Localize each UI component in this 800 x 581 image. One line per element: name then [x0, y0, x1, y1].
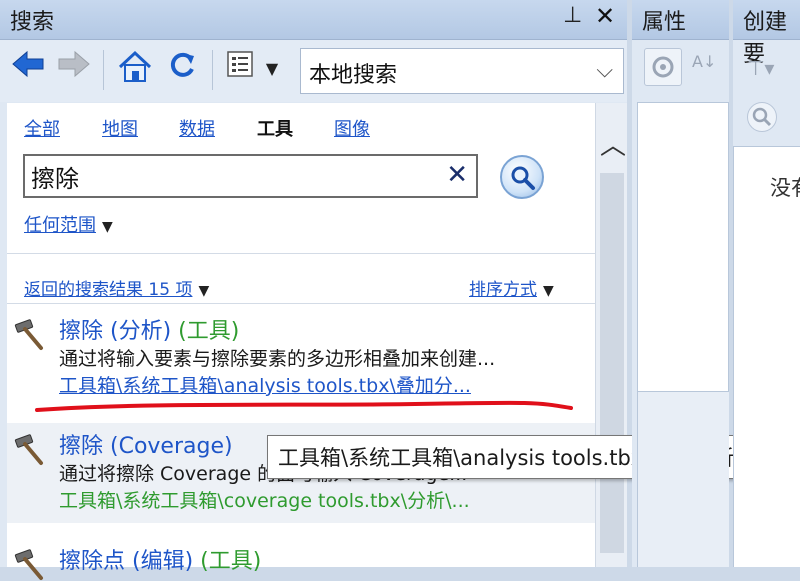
tab-maps[interactable]: 地图 — [102, 115, 138, 141]
result-path[interactable]: 工具箱\系统工具箱\analysis tools.tbx\叠加分... — [59, 371, 589, 398]
tab-images[interactable]: 图像 — [334, 115, 370, 141]
search-titlebar: 搜索 ⊥ ✕ — [0, 0, 627, 40]
sort-label: 排序方式 — [469, 280, 537, 300]
result-name[interactable]: 擦除点 (编辑) — [59, 549, 193, 574]
results-scrollbar[interactable]: ︿ — [595, 103, 627, 567]
close-icon[interactable]: ✕ — [595, 2, 615, 30]
search-content: 全部 地图 数据 工具 图像 ✕ 任何范围 ▼ 返回的搜索结果 15 项 ▼ 排序方… — [7, 103, 595, 580]
create-body: 没有 — [733, 146, 800, 567]
hammer-icon — [14, 434, 43, 465]
dropdown-arrow-icon: ▼ — [198, 283, 210, 299]
toolbar-separator — [212, 50, 213, 90]
search-pane: 搜索 ⊥ ✕ ▼ 本地搜索 ⌵ 全部 地图 数据 工具 图像 擦除 ✕ 任何范围… — [0, 0, 800, 580]
search-icon — [511, 166, 535, 190]
results-count-label: 返回的搜索结果 15 项 — [24, 280, 193, 300]
result-description: 通过将输入要素与擦除要素的多边形相叠加来创建... — [59, 348, 496, 370]
chevron-down-icon[interactable]: ⌵ — [596, 58, 613, 83]
result-title[interactable]: 擦除 (分析) (工具) — [59, 313, 239, 345]
clear-icon[interactable]: ✕ — [446, 160, 468, 190]
divider — [7, 253, 595, 254]
view-dropdown-icon[interactable]: ▼ — [260, 50, 284, 88]
toolbar-separator — [103, 50, 104, 90]
red-underline-annotation — [35, 400, 573, 412]
properties-pane-title: 属性 — [642, 10, 687, 35]
search-box: ✕ — [23, 154, 478, 198]
empty-state-text: 没有 — [770, 176, 800, 200]
properties-pane: 属性 A↓ — [632, 0, 729, 567]
pin-icon[interactable]: ⊥ — [563, 3, 582, 28]
hammer-icon — [14, 319, 43, 350]
result-title[interactable]: 擦除 (Coverage) — [59, 428, 233, 460]
search-scope-dropdown[interactable]: 任何范围 ▼ — [24, 211, 113, 237]
result-path[interactable]: 工具箱\系统工具箱\coverage tools.tbx\分析\... — [59, 486, 589, 513]
properties-titlebar: 属性 — [632, 0, 729, 40]
result-title[interactable]: 擦除点 (编辑) (工具) — [59, 543, 261, 575]
tab-data[interactable]: 数据 — [179, 115, 215, 141]
refresh-icon[interactable] — [164, 50, 200, 88]
result-name[interactable]: 擦除 (Coverage) — [59, 434, 233, 459]
search-icon[interactable] — [747, 102, 777, 132]
scrollbar-thumb[interactable] — [600, 173, 624, 553]
search-scope-label: 任何范围 — [24, 215, 96, 236]
dropdown-arrow-icon: ▼ — [102, 219, 113, 235]
filter-icon[interactable]: ⊤▾ — [747, 56, 774, 80]
properties-body — [637, 102, 729, 392]
search-toolbar: ▼ 本地搜索 ⌵ — [0, 40, 627, 102]
divider — [7, 303, 595, 304]
search-input[interactable] — [31, 160, 431, 192]
tab-all[interactable]: 全部 — [24, 115, 60, 141]
forward-arrow-icon[interactable] — [56, 50, 92, 88]
home-icon[interactable] — [116, 50, 154, 88]
list-view-icon[interactable] — [224, 50, 256, 88]
sort-az-icon[interactable]: A↓ — [692, 52, 716, 71]
sort-dropdown[interactable]: 排序方式 ▼ — [469, 275, 554, 300]
results-count-dropdown[interactable]: 返回的搜索结果 15 项 ▼ — [24, 275, 209, 300]
hammer-icon — [14, 549, 43, 580]
chevron-up-icon[interactable]: ︿ — [600, 125, 626, 162]
result-tag: (工具) — [178, 319, 240, 344]
create-features-pane: 创建要 ⊤▾ 没有 — [733, 0, 800, 567]
result-name[interactable]: 擦除 (分析) — [59, 319, 171, 344]
search-location-value: 本地搜索 — [309, 63, 398, 88]
search-pane-title: 搜索 — [10, 10, 55, 35]
list-item[interactable]: 擦除点 (编辑) (工具) — [7, 543, 595, 580]
create-titlebar: 创建要 — [733, 0, 800, 67]
dropdown-arrow-icon: ▼ — [543, 283, 554, 299]
back-arrow-icon[interactable] — [10, 50, 46, 88]
search-button[interactable] — [500, 155, 544, 199]
properties-lower — [637, 392, 729, 567]
properties-view-icon[interactable] — [644, 48, 682, 86]
search-location-combo[interactable]: 本地搜索 ⌵ — [300, 48, 624, 94]
result-tag: (工具) — [200, 549, 262, 574]
tab-tools[interactable]: 工具 — [257, 115, 293, 141]
